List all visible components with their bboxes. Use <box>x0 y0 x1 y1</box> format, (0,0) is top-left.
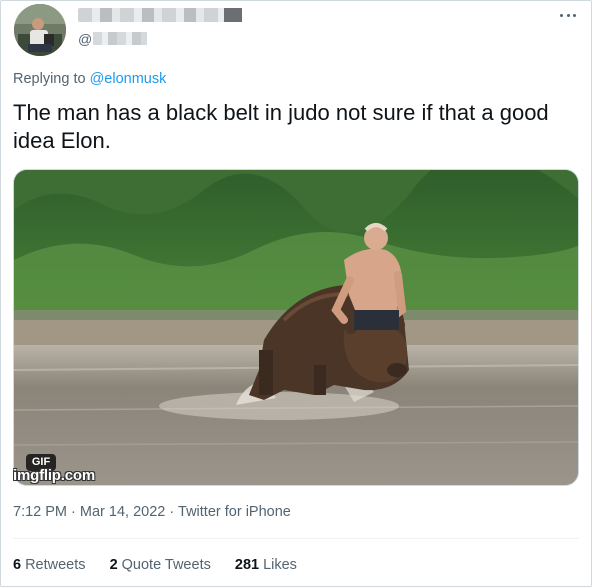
tweet-text: The man has a black belt in judo not sur… <box>13 100 549 153</box>
tweet-source[interactable]: Twitter for iPhone <box>178 504 291 520</box>
tweet-time[interactable]: 7:12 PM <box>13 504 67 520</box>
quotes-count: 2 <box>109 557 118 573</box>
retweets-stat[interactable]: 6 Retweets <box>13 556 86 574</box>
tweet-gif[interactable] <box>13 169 579 486</box>
more-options-icon[interactable] <box>556 8 580 22</box>
tweet-stats: 6 Retweets 2 Quote Tweets 281 Likes <box>13 556 317 574</box>
quote-tweets-stat[interactable]: 2 Quote Tweets <box>110 556 211 574</box>
display-name-redacted <box>78 8 242 22</box>
imgflip-watermark: imgflip.com <box>13 467 95 484</box>
author-handle-redacted <box>93 32 147 45</box>
meta-separator: · <box>71 504 76 520</box>
meta-separator-2: · <box>169 504 175 520</box>
author-handle-prefix: @ <box>78 31 93 47</box>
likes-stat[interactable]: 281 Likes <box>235 556 297 574</box>
profile-photo-icon <box>14 4 66 56</box>
mention-link[interactable]: @elonmusk <box>90 71 167 87</box>
replying-prefix: Replying to <box>13 71 86 87</box>
tweet-meta: 7:12 PM · Mar 14, 2022 · Twitter for iPh… <box>13 503 291 521</box>
avatar[interactable] <box>14 4 66 56</box>
tweet-date[interactable]: Mar 14, 2022 <box>80 504 165 520</box>
likes-count: 281 <box>234 557 260 573</box>
replying-to: Replying to @elonmusk <box>13 70 166 88</box>
likes-label: Likes <box>263 557 297 573</box>
retweets-label: Retweets <box>25 557 86 573</box>
quotes-label: Quote Tweets <box>121 557 211 573</box>
divider <box>13 538 579 539</box>
retweets-count: 6 <box>13 557 22 573</box>
gif-image <box>14 170 578 485</box>
